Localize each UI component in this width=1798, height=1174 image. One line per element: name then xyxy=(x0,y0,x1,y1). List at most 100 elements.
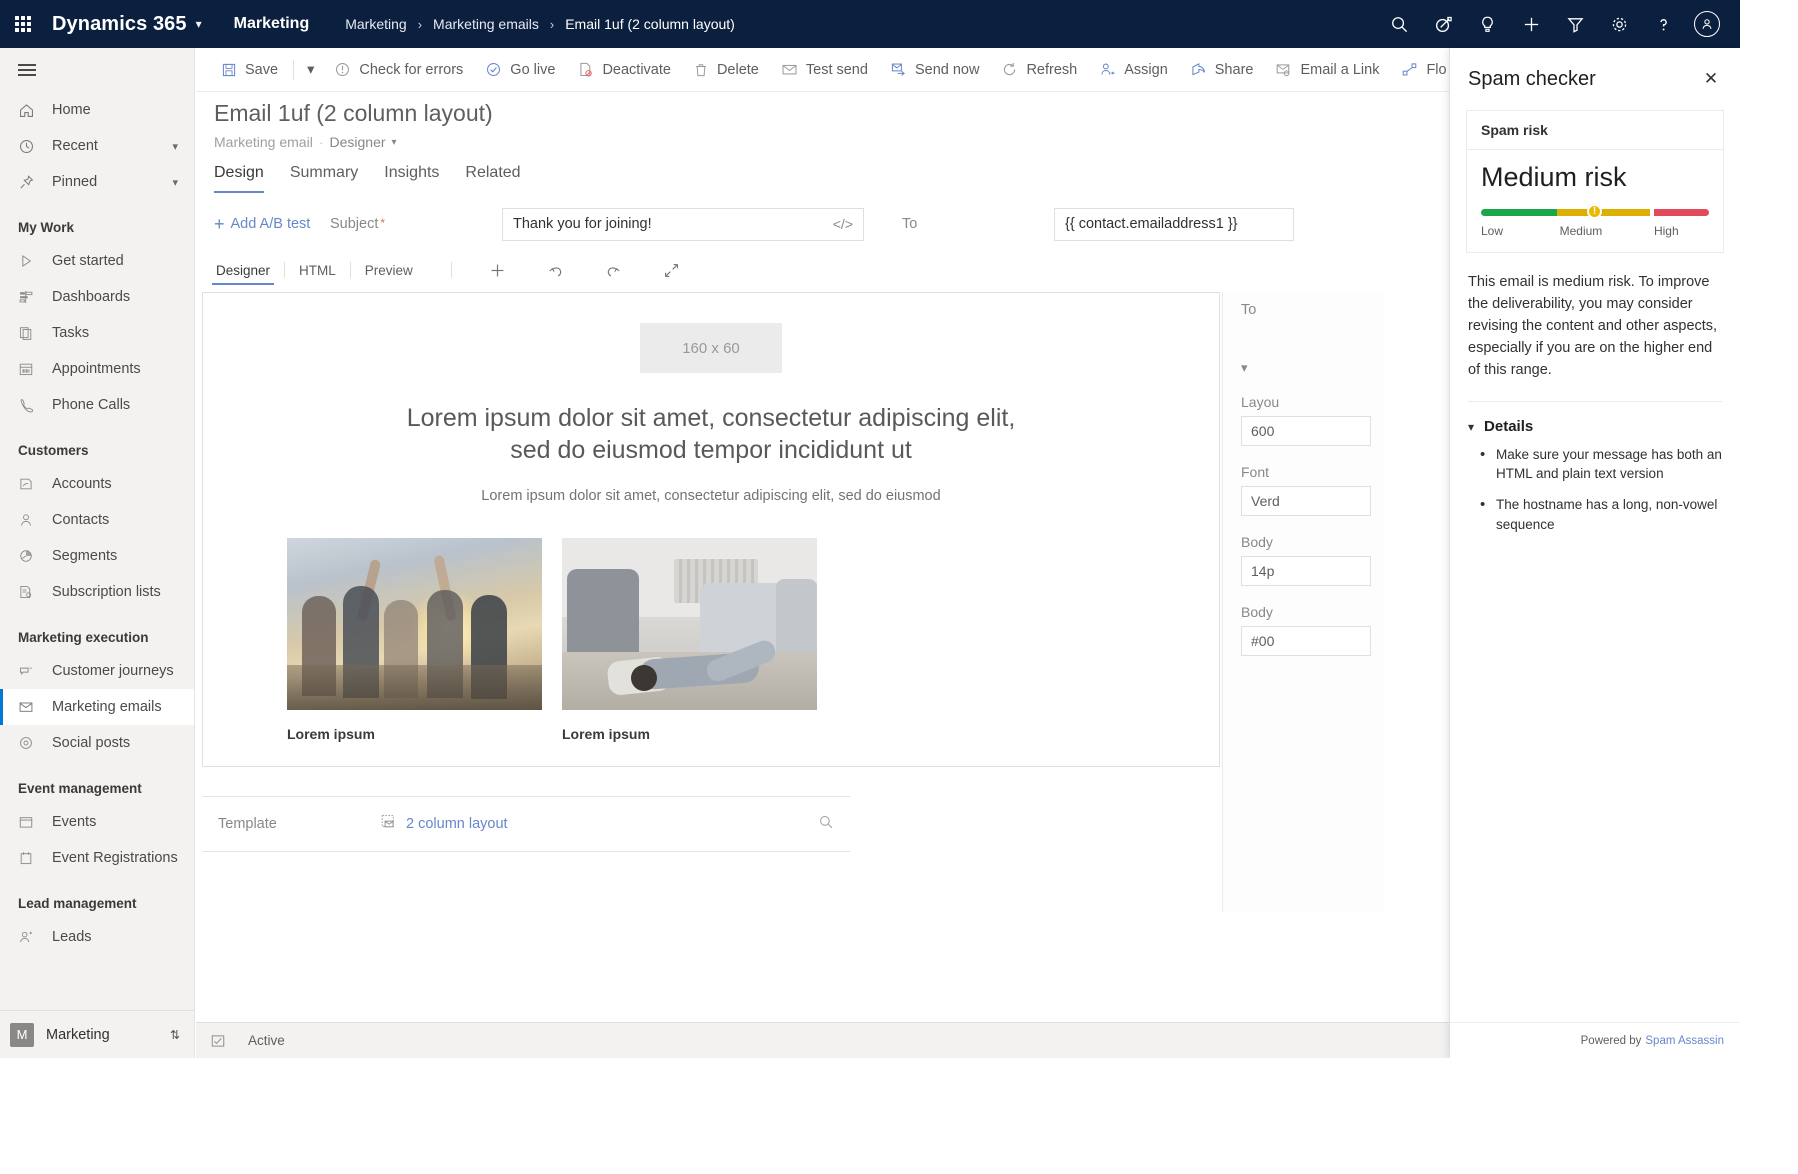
spam-risk-card: Spam risk Medium risk ! Low Medium High xyxy=(1466,110,1724,253)
email-paragraph[interactable]: Lorem ipsum dolor sit amet, consectetur … xyxy=(259,488,1163,504)
details-title: Details xyxy=(1484,418,1534,436)
plus-icon[interactable] xyxy=(1510,0,1552,48)
breadcrumb-item-1[interactable]: Marketing emails xyxy=(433,16,539,32)
property-input-font[interactable]: Verd xyxy=(1241,486,1371,516)
brand-title[interactable]: Dynamics 365 xyxy=(52,13,187,36)
add-ab-test-button[interactable]: + Add A/B test xyxy=(214,215,330,233)
area-switcher[interactable]: M Marketing ⇅ xyxy=(0,1010,194,1058)
close-icon[interactable]: ✕ xyxy=(1698,66,1724,92)
brand-chevron-down-icon[interactable]: ▾ xyxy=(196,17,202,31)
details-section-toggle[interactable]: ▾ Details xyxy=(1468,418,1722,435)
sidebar-item-social-posts[interactable]: Social posts xyxy=(0,725,194,761)
add-element-plus-icon[interactable] xyxy=(476,255,520,285)
assign-user-icon xyxy=(1099,61,1116,78)
refresh-button[interactable]: Refresh xyxy=(990,53,1088,87)
sidebar-item-home[interactable]: Home xyxy=(0,92,194,128)
user-avatar-icon[interactable] xyxy=(1686,0,1728,48)
tab-insights[interactable]: Insights xyxy=(384,164,439,193)
check-for-errors-button[interactable]: Check for errors xyxy=(323,53,474,87)
sidebar-item-label: Contacts xyxy=(52,512,110,528)
lookup-search-icon[interactable] xyxy=(818,814,834,835)
property-input-body-color[interactable]: #00 xyxy=(1241,626,1371,656)
column-left[interactable]: Lorem ipsum xyxy=(287,538,542,742)
sidebar-item-tasks[interactable]: Tasks xyxy=(0,315,194,351)
email-a-link-button[interactable]: Email a Link xyxy=(1264,53,1390,87)
to-input[interactable]: {{ contact.emailaddress1 }} xyxy=(1054,207,1294,241)
app-launcher-icon[interactable] xyxy=(0,16,46,32)
go-live-button[interactable]: Go live xyxy=(474,53,566,87)
gear-icon[interactable] xyxy=(1598,0,1640,48)
sidebar-item-dashboards[interactable]: Dashboards xyxy=(0,279,194,315)
flow-button[interactable]: Flo xyxy=(1390,53,1457,87)
chevron-down-icon[interactable]: ▾ xyxy=(172,176,178,189)
command-label: Send now xyxy=(914,61,980,78)
divider xyxy=(1468,401,1722,403)
column-right[interactable]: Lorem ipsum xyxy=(562,538,817,742)
email-design-canvas[interactable]: 160 x 60 Lorem ipsum dolor sit amet, con… xyxy=(202,292,1220,767)
email-heading[interactable]: Lorem ipsum dolor sit amet, consectetur … xyxy=(401,403,1021,466)
sidebar-item-get-started[interactable]: Get started xyxy=(0,243,194,279)
tab-related[interactable]: Related xyxy=(465,164,520,193)
sidebar-item-leads[interactable]: Leads xyxy=(0,919,194,955)
sitemap-hamburger-icon[interactable] xyxy=(0,48,194,92)
sidebar-item-recent[interactable]: Recent ▾ xyxy=(0,128,194,164)
tab-summary[interactable]: Summary xyxy=(290,164,358,193)
sidebar-item-segments[interactable]: Segments xyxy=(0,538,194,574)
send-now-button[interactable]: Send now xyxy=(879,53,991,87)
people-celebrating-photo[interactable] xyxy=(287,538,542,710)
template-link[interactable]: 2 column layout xyxy=(406,816,508,832)
sidebar-item-contacts[interactable]: Contacts xyxy=(0,502,194,538)
sidebar-item-customer-journeys[interactable]: Customer journeys xyxy=(0,653,194,689)
properties-collapse-chevron-down-icon[interactable]: ▾ xyxy=(1223,318,1384,376)
sidebar-item-events[interactable]: Events xyxy=(0,804,194,840)
error-check-icon xyxy=(334,61,351,78)
expand-icon[interactable] xyxy=(650,255,694,285)
subject-input[interactable]: Thank you for joining! </> xyxy=(502,207,864,241)
form-state-icon[interactable] xyxy=(210,1033,226,1049)
sidebar-item-marketing-emails[interactable]: Marketing emails xyxy=(0,689,194,725)
spam-assassin-link[interactable]: Spam Assassin xyxy=(1645,1035,1724,1047)
test-send-button[interactable]: Test send xyxy=(770,53,879,87)
filter-icon[interactable] xyxy=(1554,0,1596,48)
breadcrumb-item-0[interactable]: Marketing xyxy=(345,16,406,32)
undo-icon[interactable] xyxy=(534,255,578,285)
save-button[interactable]: Save xyxy=(210,53,289,87)
deactivate-button[interactable]: Deactivate xyxy=(566,53,682,87)
sidebar-item-appointments[interactable]: Appointments xyxy=(0,351,194,387)
sidebar-item-event-registrations[interactable]: Event Registrations xyxy=(0,840,194,876)
chevron-up-down-icon[interactable]: ⇅ xyxy=(170,1028,180,1042)
tab-design[interactable]: Design xyxy=(214,164,264,193)
chevron-down-icon[interactable]: ▾ xyxy=(172,140,178,153)
property-input-body-size[interactable]: 14p xyxy=(1241,556,1371,586)
search-icon[interactable] xyxy=(1378,0,1420,48)
delete-button[interactable]: Delete xyxy=(682,53,770,87)
chevron-down-icon[interactable]: ▾ xyxy=(392,137,397,148)
help-icon[interactable] xyxy=(1642,0,1684,48)
add-ab-test-label: Add A/B test xyxy=(230,216,311,232)
designer-tab-preview[interactable]: Preview xyxy=(351,263,427,278)
area-label: Marketing xyxy=(46,1026,110,1043)
designer-tab-designer[interactable]: Designer xyxy=(202,263,284,285)
code-view-icon[interactable]: </> xyxy=(833,216,853,232)
save-options-chevron-down-icon[interactable]: ▾ xyxy=(298,53,323,87)
designer-tab-html[interactable]: HTML xyxy=(285,263,350,278)
send-now-icon xyxy=(890,61,907,78)
sidebar-item-pinned[interactable]: Pinned ▾ xyxy=(0,164,194,200)
form-selector[interactable]: Designer xyxy=(330,134,386,150)
lightbulb-icon[interactable] xyxy=(1466,0,1508,48)
sidebar-item-label: Home xyxy=(52,102,91,118)
assign-button[interactable]: Assign xyxy=(1088,53,1179,87)
share-button[interactable]: Share xyxy=(1179,53,1265,87)
person-relaxing-photo[interactable] xyxy=(562,538,817,710)
redo-icon[interactable] xyxy=(592,255,636,285)
goal-icon[interactable] xyxy=(1422,0,1464,48)
property-input-layout-width[interactable]: 600 xyxy=(1241,416,1371,446)
logo-image-placeholder[interactable]: 160 x 60 xyxy=(640,323,782,373)
sidebar-item-accounts[interactable]: Accounts xyxy=(0,466,194,502)
column-caption[interactable]: Lorem ipsum xyxy=(562,726,817,742)
template-value[interactable]: 2 column layout xyxy=(380,813,508,835)
sidebar-item-subscription-lists[interactable]: Subscription lists xyxy=(0,574,194,610)
sidebar-item-phone-calls[interactable]: Phone Calls xyxy=(0,387,194,423)
column-caption[interactable]: Lorem ipsum xyxy=(287,726,542,742)
sidebar-item-label: Subscription lists xyxy=(52,584,161,600)
